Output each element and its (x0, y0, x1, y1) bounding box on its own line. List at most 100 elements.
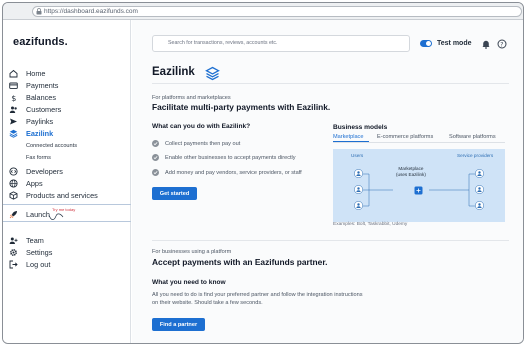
marketplace-diagram: Users Service providers Marketplace (use… (333, 149, 505, 222)
sidebar-item-label: Apps (26, 178, 43, 188)
sidebar-item-products-and-services[interactable]: Products and services (9, 189, 98, 201)
logout-icon (9, 260, 18, 269)
user-plus-icon (9, 236, 18, 245)
sidebar-item-paylinks[interactable]: Paylinks (9, 115, 53, 127)
sidebar-item-label: Log out (26, 259, 51, 269)
diagram-center-line1: Marketplace (398, 166, 424, 171)
main-content: Search for transactions, reviews, accoun… (132, 20, 523, 343)
sidebar-item-label: Products and services (26, 190, 98, 200)
sidebar-item-label: Customers (26, 104, 62, 114)
lock-icon (36, 8, 42, 15)
sidebar-item-label: Settings (26, 247, 53, 257)
test-mode-toggle[interactable] (420, 40, 432, 47)
bell-icon[interactable] (481, 39, 491, 49)
users-icon (9, 105, 18, 114)
diagram-users-label: Users (351, 153, 364, 158)
tab-e-commerce-platforms[interactable]: E-commerce platforms (377, 134, 433, 140)
browser-toolbar: https://dashboard.eazifunds.com (3, 3, 523, 20)
svg-text:?: ? (500, 41, 503, 48)
user-icon (354, 201, 363, 210)
user-icon (475, 169, 484, 178)
sidebar-item-team[interactable]: Team (9, 234, 44, 246)
sidebar-item-developers[interactable]: Developers (9, 165, 63, 177)
check-circle-icon (152, 154, 159, 161)
partner-eyebrow: For businesses using a platform (152, 249, 232, 255)
credit-card-icon (9, 81, 18, 90)
sidebar-item-label: Eazilink (26, 128, 54, 138)
sidebar-item-label: Payments (26, 80, 59, 90)
sidebar-item-label: Paylinks (26, 116, 54, 126)
section-divider (152, 240, 509, 241)
sidebar-item-label: Developers (26, 166, 63, 176)
user-icon (354, 169, 363, 178)
marketplace-icon (414, 186, 423, 195)
user-icon (475, 185, 484, 194)
sidebar-item-home[interactable]: Home (9, 67, 45, 79)
sidebar-item-payments[interactable]: Payments (9, 79, 58, 91)
sidebar-item-launch[interactable]: Launch (9, 208, 50, 220)
box-icon (9, 190, 18, 200)
test-mode-label: Test mode (437, 40, 472, 47)
address-bar[interactable]: https://dashboard.eazifunds.com (32, 6, 522, 17)
layers-icon (9, 129, 18, 138)
search-input[interactable]: Search for transactions, reviews, accoun… (152, 35, 410, 52)
help-icon[interactable]: ? (497, 39, 507, 49)
partner-headline: Accept payments with an Eazifunds partne… (152, 257, 328, 267)
user-icon (475, 201, 484, 210)
platform-eyebrow: For platforms and marketplaces (152, 95, 231, 101)
sidebar-subitem-connected-accounts[interactable]: Connected accounts (26, 143, 77, 149)
platform-question: What can you do with Eazilink? (152, 123, 251, 130)
get-started-button[interactable]: Get started (152, 187, 197, 200)
check-circle-icon (152, 169, 159, 176)
squiggle-decoration (48, 213, 64, 220)
check-circle-icon (152, 140, 159, 147)
dollar-icon: $ (9, 93, 18, 101)
url-text: https://dashboard.eazifunds.com (44, 8, 138, 15)
user-icon (354, 185, 363, 194)
business-models-title: Business models (333, 124, 388, 131)
sidebar-item-balances[interactable]: $ Balances (9, 91, 56, 103)
partner-subhead: What you need to know (152, 279, 226, 286)
feature-item: Add money and pay vendors, service provi… (152, 169, 302, 176)
sidebar-item-settings[interactable]: Settings (9, 246, 52, 258)
toggle-knob (426, 41, 431, 46)
find-partner-button[interactable]: Find a partner (152, 318, 205, 331)
sidebar-item-label: Team (26, 235, 44, 245)
feature-item: Collect payments then pay out (152, 140, 240, 147)
brand-logo[interactable]: eazifunds. (13, 36, 68, 48)
sidebar-item-customers[interactable]: Customers (9, 103, 61, 115)
sidebar-item-log-out[interactable]: Log out (9, 258, 50, 270)
browser-window: https://dashboard.eazifunds.com eazifund… (2, 2, 524, 344)
diagram-providers-label: Service providers (457, 153, 494, 158)
diagram-center-label: Marketplace (uses Eazilink) (396, 166, 426, 177)
sidebar-item-label: Launch (26, 209, 50, 219)
platform-headline: Facilitate multi-party payments with Eaz… (152, 102, 331, 112)
sidebar-item-eazilink[interactable]: Eazilink (9, 127, 53, 139)
page-title: Eazilink (152, 66, 195, 78)
sidebar-item-label: Home (26, 68, 46, 78)
sidebar-subitem-fax-forms[interactable]: Fax forms (26, 155, 51, 161)
sidebar-launch-row: Launch Try me today (3, 204, 131, 222)
send-icon (9, 117, 18, 126)
rocket-icon (9, 210, 18, 219)
diagram-center-line2: (uses Eazilink) (396, 171, 426, 177)
svg-text:$: $ (11, 93, 16, 101)
sidebar: eazifunds. Home Payments $ Balances Cust… (3, 20, 131, 343)
globe-icon (9, 178, 18, 188)
sidebar-item-label: Balances (26, 92, 57, 102)
tab-software-platforms[interactable]: Software platforms (449, 134, 496, 140)
feature-item: Enable other businesses to accept paymen… (152, 154, 296, 161)
sidebar-item-apps[interactable]: Apps (9, 177, 43, 189)
layers-icon (205, 66, 220, 81)
gear-icon (9, 248, 18, 257)
code-icon (9, 166, 18, 176)
feature-text: Enable other businesses to accept paymen… (165, 154, 296, 161)
tab-divider (333, 142, 505, 143)
partner-body: All you need to do is find your preferre… (152, 292, 363, 306)
title-divider (152, 83, 509, 84)
examples-text: Examples: Bolt, Taskrabbit, Udemy (333, 222, 408, 227)
feature-text: Collect payments then pay out (165, 140, 241, 147)
feature-text: Add money and pay vendors, service provi… (165, 169, 302, 176)
home-icon (9, 69, 18, 78)
tab-marketplace[interactable]: Marketplace (333, 134, 363, 140)
